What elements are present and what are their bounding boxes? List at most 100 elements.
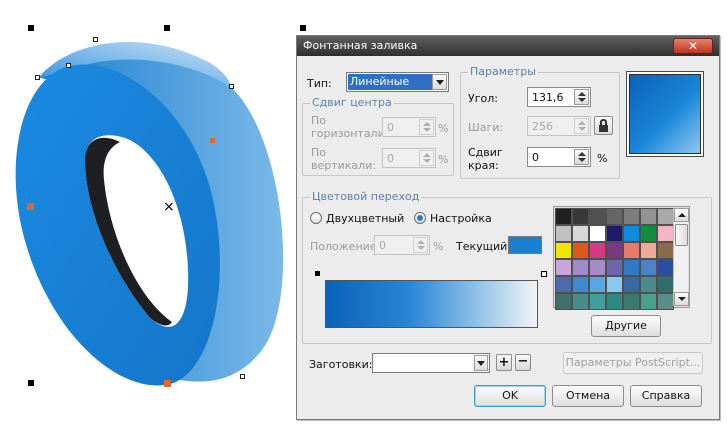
spin-arrows-icon[interactable] [419,150,434,166]
lock-icon[interactable] [594,116,613,135]
plus-icon[interactable]: + [496,354,512,371]
color-palette [553,206,690,310]
palette-color-swatch[interactable] [623,259,640,276]
presets-combo[interactable] [372,353,490,373]
palette-color-swatch[interactable] [589,293,606,310]
shape-node[interactable] [35,75,40,80]
angle-input[interactable]: 131,6 [527,87,591,107]
type-select[interactable]: Линейные [346,72,449,92]
shape-node[interactable] [93,37,98,42]
fountain-fill-dialog: Фонтанная заливка ✕ Тип: Линейные Сдвиг … [296,35,720,420]
ring-object[interactable]: × [0,0,300,439]
palette-color-swatch[interactable] [623,225,640,242]
palette-color-swatch[interactable] [606,242,623,259]
other-colors-button[interactable]: Другие [591,315,661,337]
palette-color-swatch[interactable] [623,208,640,225]
spin-arrows-icon[interactable] [574,89,589,105]
palette-color-swatch[interactable] [606,293,623,310]
palette-color-swatch[interactable] [572,225,589,242]
dialog-titlebar[interactable]: Фонтанная заливка ✕ [297,36,719,56]
custom-label[interactable]: Настройка [430,212,492,225]
palette-color-swatch[interactable] [589,225,606,242]
gradient-start-marker[interactable] [315,271,320,276]
spin-arrows-icon[interactable] [574,149,589,165]
palette-color-swatch[interactable] [555,276,572,293]
palette-color-swatch[interactable] [572,276,589,293]
spin-arrows-icon[interactable] [574,118,589,134]
chevron-down-icon[interactable] [474,355,488,371]
shape-node[interactable] [229,84,234,89]
palette-color-swatch[interactable] [572,259,589,276]
palette-scrollbar[interactable] [673,208,689,306]
palette-color-swatch[interactable] [640,242,657,259]
selection-handle[interactable] [28,25,34,31]
palette-color-swatch[interactable] [623,276,640,293]
palette-color-swatch[interactable] [572,293,589,310]
palette-color-swatch[interactable] [606,225,623,242]
selection-handle[interactable] [164,25,170,31]
selection-handle[interactable] [300,25,306,31]
palette-color-swatch[interactable] [657,293,674,310]
selection-handle[interactable] [28,380,34,386]
palette-color-swatch[interactable] [623,242,640,259]
shape-node[interactable] [66,63,71,68]
drawing-canvas[interactable]: × [0,0,306,439]
midpoint-node[interactable] [164,380,171,387]
palette-color-swatch[interactable] [606,276,623,293]
close-icon[interactable]: ✕ [673,38,713,54]
palette-color-swatch[interactable] [555,259,572,276]
horizontal-unit: % [438,122,449,135]
palette-color-swatch[interactable] [657,208,674,225]
ok-button[interactable]: OK [474,385,546,407]
cancel-button[interactable]: Отмена [552,385,624,407]
palette-color-swatch[interactable] [606,208,623,225]
horizontal-label-2: горизонтали: [311,127,389,140]
current-color-swatch[interactable] [508,236,542,254]
minus-icon[interactable]: − [515,354,531,371]
scroll-up-icon[interactable] [674,208,689,222]
horizontal-offset-input[interactable]: 0 [382,117,436,137]
two-color-radio[interactable] [310,212,322,224]
spin-arrows-icon[interactable] [419,119,434,135]
palette-color-swatch[interactable] [572,242,589,259]
palette-color-swatch[interactable] [572,208,589,225]
palette-color-swatch[interactable] [640,293,657,310]
vertical-offset-input[interactable]: 0 [382,148,436,168]
chevron-down-icon[interactable] [432,74,447,90]
palette-color-swatch[interactable] [657,259,674,276]
palette-color-swatch[interactable] [589,276,606,293]
palette-color-swatch[interactable] [555,225,572,242]
spin-arrows-icon[interactable] [413,237,428,253]
two-color-label[interactable]: Двухцветный [326,212,404,225]
gradient-end-marker[interactable] [541,271,547,277]
palette-color-swatch[interactable] [640,276,657,293]
scroll-down-icon[interactable] [674,292,689,306]
palette-color-swatch[interactable] [640,208,657,225]
midpoint-node[interactable] [27,203,34,210]
palette-color-swatch[interactable] [623,293,640,310]
palette-color-swatch[interactable] [555,242,572,259]
palette-color-swatch[interactable] [555,208,572,225]
shape-node[interactable] [240,374,245,379]
edge-pad-input[interactable]: 0 [527,147,591,167]
palette-color-swatch[interactable] [640,225,657,242]
palette-color-swatch[interactable] [657,276,674,293]
palette-color-swatch[interactable] [606,259,623,276]
scroll-thumb[interactable] [675,224,688,246]
help-button[interactable]: Справка [630,385,702,407]
steps-input[interactable]: 256 [527,116,591,136]
color-blend-title: Цветовой переход [310,190,422,203]
type-label: Тип: [307,77,332,90]
postscript-options-button[interactable]: Параметры PostScript... [563,352,703,374]
palette-color-swatch[interactable] [555,293,572,310]
position-input[interactable]: 0 [374,235,430,255]
palette-color-swatch[interactable] [589,259,606,276]
custom-radio[interactable] [414,212,426,224]
midpoint-node[interactable] [210,138,215,143]
palette-color-swatch[interactable] [589,242,606,259]
palette-color-swatch[interactable] [657,242,674,259]
palette-color-swatch[interactable] [589,208,606,225]
palette-color-swatch[interactable] [657,225,674,242]
palette-color-swatch[interactable] [640,259,657,276]
gradient-bar[interactable] [325,280,538,328]
